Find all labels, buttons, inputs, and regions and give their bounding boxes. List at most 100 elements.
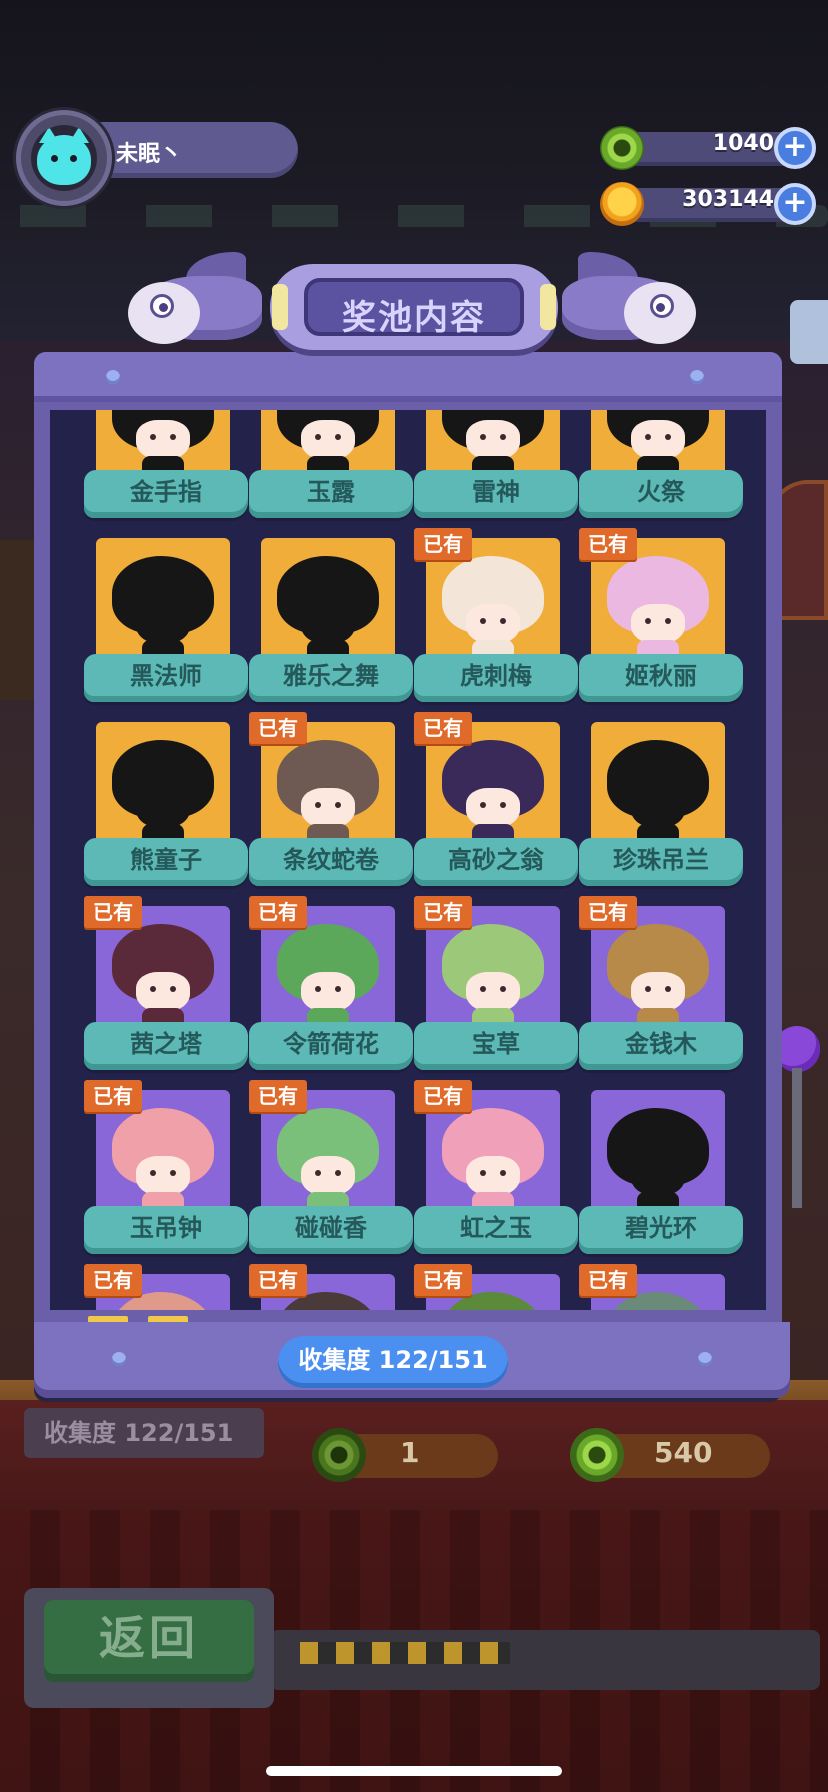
owned-badge: 已有	[249, 712, 307, 744]
prize-card[interactable]: 已有 姬秋丽	[579, 528, 743, 722]
currency-green: 1040 +	[600, 126, 816, 170]
prize-card[interactable]: 已有	[579, 1264, 743, 1310]
prize-tile	[591, 1090, 725, 1224]
add-green-coin-button[interactable]: +	[774, 127, 816, 169]
side-tab[interactable]	[790, 300, 828, 364]
plant-character-icon	[273, 924, 383, 1028]
plant-character-icon	[108, 1108, 218, 1212]
prize-card[interactable]: 珍珠吊兰	[579, 722, 743, 906]
plant-character-icon	[438, 556, 548, 660]
prize-tile	[96, 722, 230, 856]
prize-card[interactable]: 玉露	[249, 410, 413, 538]
prize-name: 高砂之翁	[414, 838, 578, 886]
prize-name: 虎刺梅	[414, 654, 578, 702]
prize-card[interactable]: 金手指	[84, 410, 248, 538]
prize-card[interactable]: 已有	[84, 1264, 248, 1310]
currency-orange-value: 303144	[682, 187, 774, 212]
plant-character-icon	[603, 556, 713, 660]
owned-badge: 已有	[84, 1080, 142, 1112]
owned-badge: 已有	[414, 712, 472, 744]
cat-avatar-icon	[37, 127, 91, 185]
prize-card[interactable]: 雅乐之舞	[249, 538, 413, 722]
prize-name: 金钱木	[579, 1022, 743, 1070]
modal-title: 奖池内容	[342, 298, 486, 338]
prize-card[interactable]: 已有 虎刺梅	[414, 528, 578, 722]
prize-name: 茜之塔	[84, 1022, 248, 1070]
multi-draw-cost-value: 540	[654, 1436, 713, 1469]
plant-character-icon	[603, 410, 713, 476]
owned-badge: 已有	[579, 528, 637, 560]
prize-name: 黑法师	[84, 654, 248, 702]
prize-card[interactable]: 已有	[414, 1264, 578, 1310]
prize-card[interactable]: 已有 玉吊钟	[84, 1080, 248, 1274]
owned-badge: 已有	[579, 1264, 637, 1296]
prize-name: 珍珠吊兰	[579, 838, 743, 886]
plant-character-icon	[273, 740, 383, 844]
prize-name: 雅乐之舞	[249, 654, 413, 702]
title-banner: 奖池内容	[270, 264, 558, 350]
owned-badge: 已有	[414, 1080, 472, 1112]
prize-card[interactable]: 已有 条纹蛇卷	[249, 712, 413, 906]
green-coin-icon	[600, 126, 644, 170]
fish-decoration-right	[556, 252, 696, 350]
prize-name: 玉吊钟	[84, 1206, 248, 1254]
prize-card[interactable]: 已有	[249, 1264, 413, 1310]
plant-character-icon	[603, 924, 713, 1028]
plant-character-icon	[108, 740, 218, 844]
prize-card[interactable]: 黑法师	[84, 538, 248, 722]
plant-character-icon	[273, 1108, 383, 1212]
prize-card[interactable]: 已有 高砂之翁	[414, 712, 578, 906]
single-draw-cost-value: 1	[400, 1436, 420, 1469]
prize-card[interactable]: 已有 金钱木	[579, 896, 743, 1090]
prize-name: 金手指	[84, 470, 248, 518]
prize-tile	[96, 538, 230, 672]
prize-name: 条纹蛇卷	[249, 838, 413, 886]
prize-name: 玉露	[249, 470, 413, 518]
green-coin-icon	[570, 1428, 624, 1482]
owned-badge: 已有	[84, 896, 142, 928]
currency-green-value: 1040	[712, 131, 774, 156]
prize-card[interactable]: 已有 宝草	[414, 896, 578, 1090]
avatar[interactable]	[16, 110, 112, 206]
prize-grid-viewport[interactable]: 金手指 玉露 雷神 火祭 黑法师 雅乐之舞 已有 虎刺梅 已有 姬秋丽 熊童子 已有 条纹蛇卷 已有 高砂之…	[50, 410, 766, 1310]
prize-card[interactable]: 已有 虹之玉	[414, 1080, 578, 1274]
prize-name: 令箭荷花	[249, 1022, 413, 1070]
prize-card[interactable]: 已有 碰碰香	[249, 1080, 413, 1274]
prize-name: 碧光环	[579, 1206, 743, 1254]
owned-badge: 已有	[249, 896, 307, 928]
prize-tile	[261, 538, 395, 672]
owned-badge: 已有	[579, 896, 637, 928]
panel-top-bar	[34, 352, 782, 402]
prize-card[interactable]: 已有 令箭荷花	[249, 896, 413, 1090]
prize-card[interactable]: 已有 茜之塔	[84, 896, 248, 1090]
prize-name: 宝草	[414, 1022, 578, 1070]
plant-character-icon	[603, 740, 713, 844]
owned-badge: 已有	[414, 528, 472, 560]
plant-character-icon	[438, 1108, 548, 1212]
plant-character-icon	[603, 1108, 713, 1212]
currency-orange: 303144 +	[600, 182, 816, 226]
collection-progress: 收集度 122/151	[278, 1336, 508, 1388]
player-name: 未眠丶	[116, 142, 183, 167]
orange-planet-coin-icon	[600, 182, 644, 226]
prize-name: 雷神	[414, 470, 578, 518]
lever-stick	[792, 1068, 802, 1208]
prize-card[interactable]: 熊童子	[84, 722, 248, 906]
back-button[interactable]: 返回	[44, 1600, 254, 1682]
plant-character-icon	[108, 556, 218, 660]
fish-decoration-left	[128, 252, 268, 350]
prize-name: 姬秋丽	[579, 654, 743, 702]
prize-name: 火祭	[579, 470, 743, 518]
plant-character-icon	[273, 410, 383, 476]
prize-card[interactable]: 碧光环	[579, 1090, 743, 1274]
owned-badge: 已有	[414, 1264, 472, 1296]
prize-card[interactable]: 雷神	[414, 410, 578, 538]
plant-character-icon	[273, 556, 383, 660]
add-orange-coin-button[interactable]: +	[774, 183, 816, 225]
hazard-stripes	[300, 1642, 510, 1664]
background-collection-label: 收集度 122/151	[24, 1408, 264, 1458]
owned-badge: 已有	[84, 1264, 142, 1296]
prize-card[interactable]: 火祭	[579, 410, 743, 538]
prize-name: 熊童子	[84, 838, 248, 886]
owned-badge: 已有	[249, 1080, 307, 1112]
